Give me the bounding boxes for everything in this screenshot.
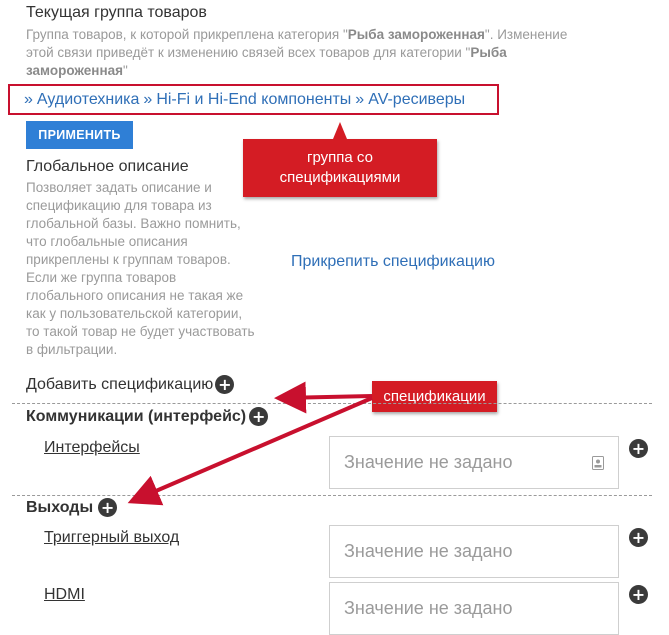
global-desc-line: глобальной базы. Важно помнить, — [26, 216, 241, 231]
spec-value-input[interactable]: Значение не задано — [329, 436, 619, 489]
global-description-text: Позволяет задать описание и спецификацию… — [26, 179, 296, 359]
value-placeholder: Значение не задано — [344, 452, 513, 472]
spec-name-interfaces[interactable]: Интерфейсы — [44, 439, 140, 457]
section-title: Выходы — [26, 498, 94, 516]
global-desc-line: Позволяет задать описание и — [26, 180, 212, 195]
value-placeholder: Значение не задано — [344, 598, 513, 618]
section-divider — [12, 403, 652, 404]
value-placeholder: Значение не задано — [344, 541, 513, 561]
breadcrumb-separator: » — [355, 90, 365, 108]
desc-category-1: Рыба замороженная — [347, 27, 485, 42]
breadcrumb-separator: » — [24, 90, 33, 108]
global-desc-line: как у пользовательской категории, — [26, 306, 243, 321]
breadcrumb-item-hifi[interactable]: Hi-Fi и Hi-End компоненты — [156, 91, 351, 109]
attach-spec-link[interactable]: Прикрепить спецификацию — [291, 253, 495, 271]
desc-text-3: " — [123, 63, 128, 78]
section-divider — [12, 495, 652, 496]
plus-circle-icon[interactable]: + — [215, 375, 235, 394]
contact-card-icon[interactable] — [592, 456, 604, 470]
callout-line-1: группа со — [307, 149, 373, 166]
plus-circle-icon[interactable]: + — [629, 439, 648, 458]
add-spec-label: Добавить спецификацию — [26, 375, 214, 393]
plus-circle-icon[interactable]: + — [249, 407, 269, 426]
spec-value-input[interactable]: Значение не задано — [329, 582, 619, 635]
breadcrumb-item-audio[interactable]: Аудиотехника — [37, 91, 140, 109]
breadcrumb-separator: » — [143, 90, 153, 108]
global-desc-line: Если же группа товаров — [26, 270, 177, 285]
global-desc-line: спецификацию для товара из — [26, 198, 212, 213]
spec-name-trigger-output[interactable]: Триггерный выход — [44, 529, 179, 547]
section-header-communications: Коммуникации (интерфейс) + — [26, 407, 269, 426]
global-desc-line: прикреплены к группам товаров. — [26, 252, 231, 267]
product-group-description: Группа товаров, к которой прикреплена ка… — [26, 26, 586, 80]
apply-button[interactable]: ПРИМЕНИТЬ — [26, 121, 133, 149]
spec-name-hdmi[interactable]: HDMI — [44, 586, 85, 604]
global-desc-line: в фильтрации. — [26, 342, 118, 357]
callout-specifications: спецификации — [372, 381, 497, 412]
plus-circle-icon[interactable]: + — [629, 528, 648, 547]
global-description-title: Глобальное описание — [26, 158, 189, 175]
product-group-title: Текущая группа товаров — [26, 4, 207, 21]
plus-circle-icon[interactable]: + — [629, 585, 648, 604]
callout-pointer-triangle — [333, 122, 347, 139]
spec-value-input[interactable]: Значение не задано — [329, 525, 619, 578]
global-desc-line: то такой товар не будет участвовать — [26, 324, 255, 339]
desc-text-1: Группа товаров, к которой прикреплена ка… — [26, 27, 348, 42]
add-spec-row[interactable]: Добавить спецификацию + — [26, 375, 235, 394]
breadcrumb-item-av-receivers[interactable]: AV-ресиверы — [368, 91, 465, 109]
global-desc-line: глобального описания не такая же — [26, 288, 244, 303]
arrow-to-add-spec — [274, 381, 373, 414]
global-desc-line: что глобальные описания — [26, 234, 188, 249]
section-title: Коммуникации (интерфейс) — [26, 407, 247, 425]
product-group-breadcrumb: » Аудиотехника » Hi-Fi и Hi-End компонен… — [8, 84, 499, 115]
section-header-outputs: Выходы + — [26, 498, 118, 517]
plus-circle-icon[interactable]: + — [98, 498, 118, 517]
